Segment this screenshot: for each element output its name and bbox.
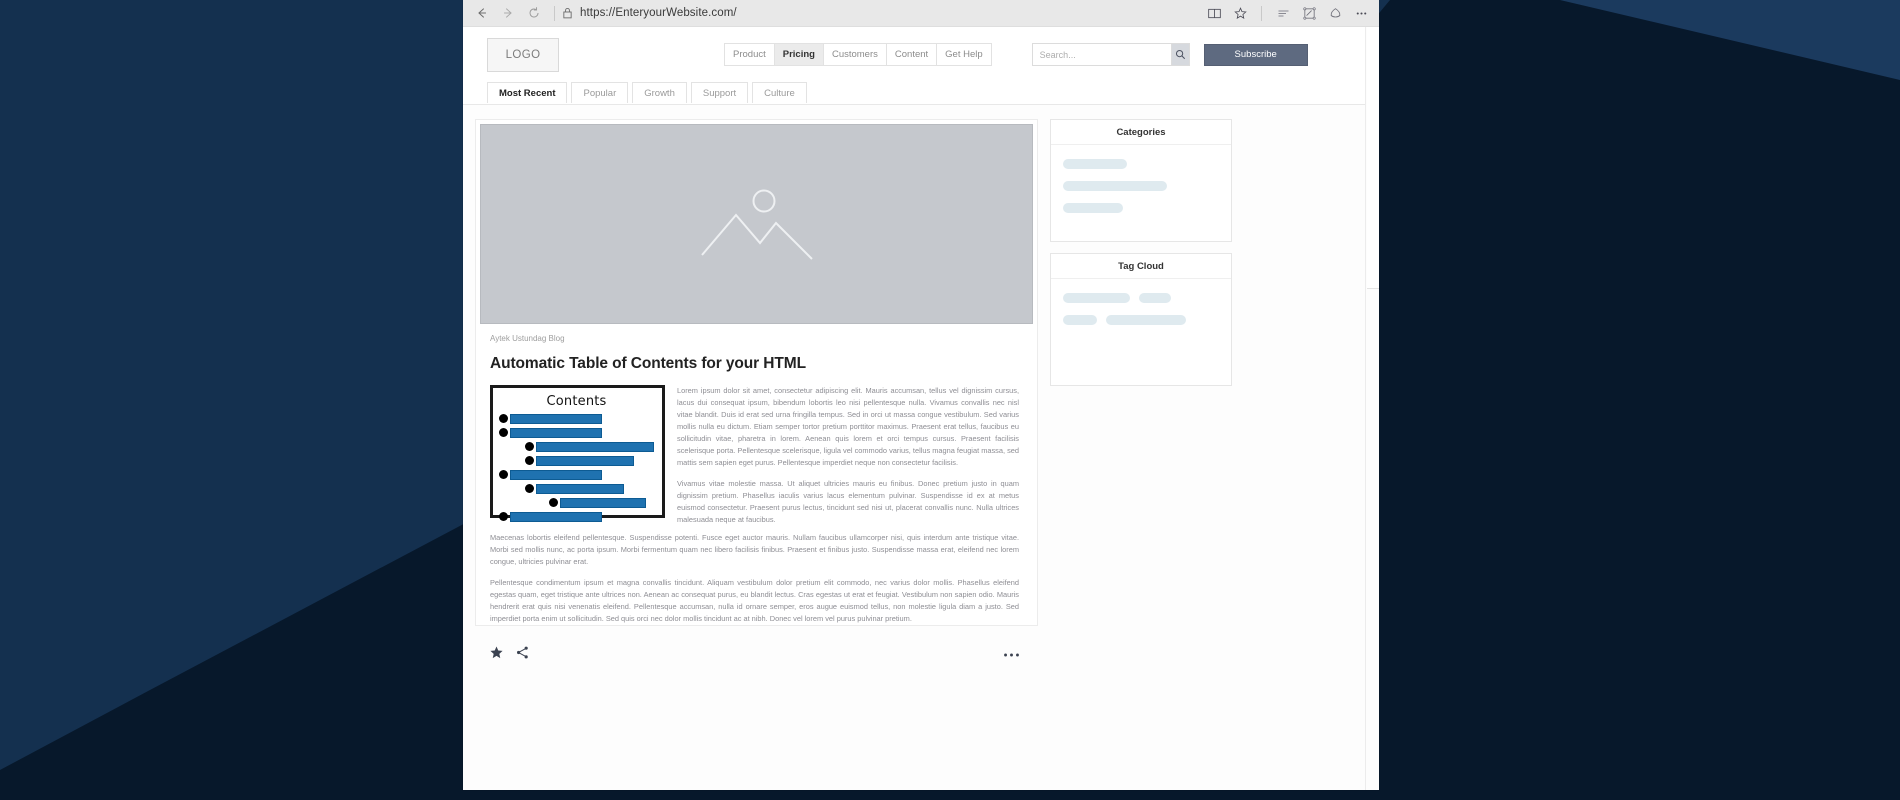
- list-item[interactable]: [1063, 181, 1167, 191]
- toc-bullet-icon: [499, 414, 508, 423]
- browser-toolbar-icons: [1202, 2, 1373, 24]
- lock-icon: [562, 7, 573, 19]
- nav-item-product[interactable]: Product: [724, 43, 774, 66]
- search-input[interactable]: Search...: [1031, 43, 1172, 66]
- toc-entry-bar: [536, 441, 654, 452]
- toc-bullet-icon: [525, 484, 534, 493]
- panel-tag-cloud: Tag Cloud: [1050, 253, 1232, 386]
- reading-view-icon[interactable]: [1202, 2, 1226, 24]
- toc-rows: [499, 413, 654, 522]
- favorites-star-icon[interactable]: [1228, 2, 1252, 24]
- toc-bullet-icon: [499, 428, 508, 437]
- site-header: LOGO Product Pricing Customers Content G…: [463, 27, 1379, 82]
- article-below-figure: Maecenas lobortis eleifend pellentesque.…: [476, 526, 1037, 625]
- article-paragraph-3: Maecenas lobortis eleifend pellentesque.…: [490, 533, 1019, 566]
- browser-window: https://EnteryourWebsite.com/ LOGO Produ…: [463, 0, 1379, 790]
- site-logo[interactable]: LOGO: [487, 37, 559, 72]
- toc-figure-caption: Contents: [546, 394, 607, 409]
- categories-list: [1051, 145, 1231, 241]
- toc-entry-bar: [536, 455, 634, 466]
- toc-entry-bar: [510, 427, 602, 438]
- toc-row: [499, 511, 654, 522]
- tag-row: [1063, 315, 1219, 325]
- tag-cloud-list: [1051, 279, 1231, 385]
- action-left-group: [489, 645, 530, 665]
- article-hero-image: [480, 124, 1033, 324]
- share-icon[interactable]: [1323, 2, 1347, 24]
- table-of-contents-figure: Contents: [490, 385, 665, 522]
- list-item[interactable]: [1063, 293, 1130, 303]
- article-action-bar: [475, 626, 1038, 670]
- article-flow: Contents Lorem ipsum dolor sit amet, con…: [476, 373, 1037, 526]
- article-byline: Aytek Ustundag Blog: [490, 334, 565, 343]
- back-icon[interactable]: [469, 2, 495, 24]
- page-body: Aytek Ustundag Blog Automatic Table of C…: [463, 105, 1379, 790]
- toc-bullet-icon: [525, 442, 534, 451]
- toc-row: [499, 455, 654, 466]
- hub-icon[interactable]: [1271, 2, 1295, 24]
- toc-bullet-icon: [549, 498, 558, 507]
- toolbar-divider-2: [1261, 5, 1262, 21]
- category-tabs: Most Recent Popular Growth Support Cultu…: [463, 82, 1379, 104]
- nav-item-content[interactable]: Content: [885, 43, 937, 66]
- toc-entry-bar: [510, 413, 602, 424]
- tab-culture[interactable]: Culture: [752, 82, 807, 103]
- toolbar-divider: [554, 5, 555, 21]
- list-item[interactable]: [1139, 293, 1171, 303]
- panel-title-tag-cloud: Tag Cloud: [1051, 254, 1231, 279]
- refresh-icon[interactable]: [521, 2, 547, 24]
- address-bar-url[interactable]: https://EnteryourWebsite.com/: [580, 7, 737, 19]
- nav-item-customers[interactable]: Customers: [822, 43, 886, 66]
- toc-bullet-icon: [499, 512, 508, 521]
- panel-categories: Categories: [1050, 119, 1232, 242]
- sidebar-column: Categories Tag Cloud: [1050, 119, 1232, 790]
- favorite-star-icon[interactable]: [489, 645, 504, 665]
- scrollbar-thumb[interactable]: [1367, 27, 1379, 289]
- browser-toolbar: https://EnteryourWebsite.com/: [463, 0, 1379, 27]
- more-icon[interactable]: [1349, 2, 1373, 24]
- toc-row: [499, 427, 654, 438]
- nav-item-get-help[interactable]: Get Help: [936, 43, 992, 66]
- toc-row: [499, 413, 654, 424]
- tab-most-recent[interactable]: Most Recent: [487, 82, 568, 103]
- article-title[interactable]: Automatic Table of Contents for your HTM…: [476, 343, 1037, 373]
- share-icon[interactable]: [515, 645, 530, 665]
- toc-entry-bar: [510, 469, 602, 480]
- search-box: Search...: [1031, 43, 1190, 66]
- article-column: Aytek Ustundag Blog Automatic Table of C…: [475, 119, 1038, 790]
- web-note-icon[interactable]: [1297, 2, 1321, 24]
- toc-row: [499, 497, 654, 508]
- toc-bullet-icon: [525, 456, 534, 465]
- list-item[interactable]: [1106, 315, 1186, 325]
- page-scrollbar[interactable]: [1365, 27, 1379, 790]
- toc-row: [499, 441, 654, 452]
- panel-title-categories: Categories: [1051, 120, 1231, 145]
- subscribe-button[interactable]: Subscribe: [1203, 43, 1308, 66]
- image-placeholder-mountain-icon: [700, 189, 813, 260]
- article-paragraph-4: Pellentesque condimentum ipsum et magna …: [490, 577, 1019, 623]
- search-icon[interactable]: [1171, 43, 1190, 66]
- forward-icon[interactable]: [495, 2, 521, 24]
- toc-bullet-icon: [499, 470, 508, 479]
- toc-entry-bar: [560, 497, 646, 508]
- toc-row: [499, 483, 654, 494]
- list-item[interactable]: [1063, 159, 1127, 169]
- article-card: Aytek Ustundag Blog Automatic Table of C…: [475, 119, 1038, 626]
- tag-row: [1063, 293, 1219, 303]
- toc-entry-bar: [510, 511, 602, 522]
- more-options-icon[interactable]: [1003, 646, 1020, 664]
- primary-nav: Product Pricing Customers Content Get He…: [724, 43, 992, 66]
- list-item[interactable]: [1063, 315, 1097, 325]
- toc-entry-bar: [536, 483, 624, 494]
- list-item[interactable]: [1063, 203, 1123, 213]
- tab-popular[interactable]: Popular: [571, 82, 629, 103]
- tab-growth[interactable]: Growth: [632, 82, 687, 103]
- toc-row: [499, 469, 654, 480]
- nav-item-pricing[interactable]: Pricing: [773, 43, 823, 66]
- tab-support[interactable]: Support: [690, 82, 749, 103]
